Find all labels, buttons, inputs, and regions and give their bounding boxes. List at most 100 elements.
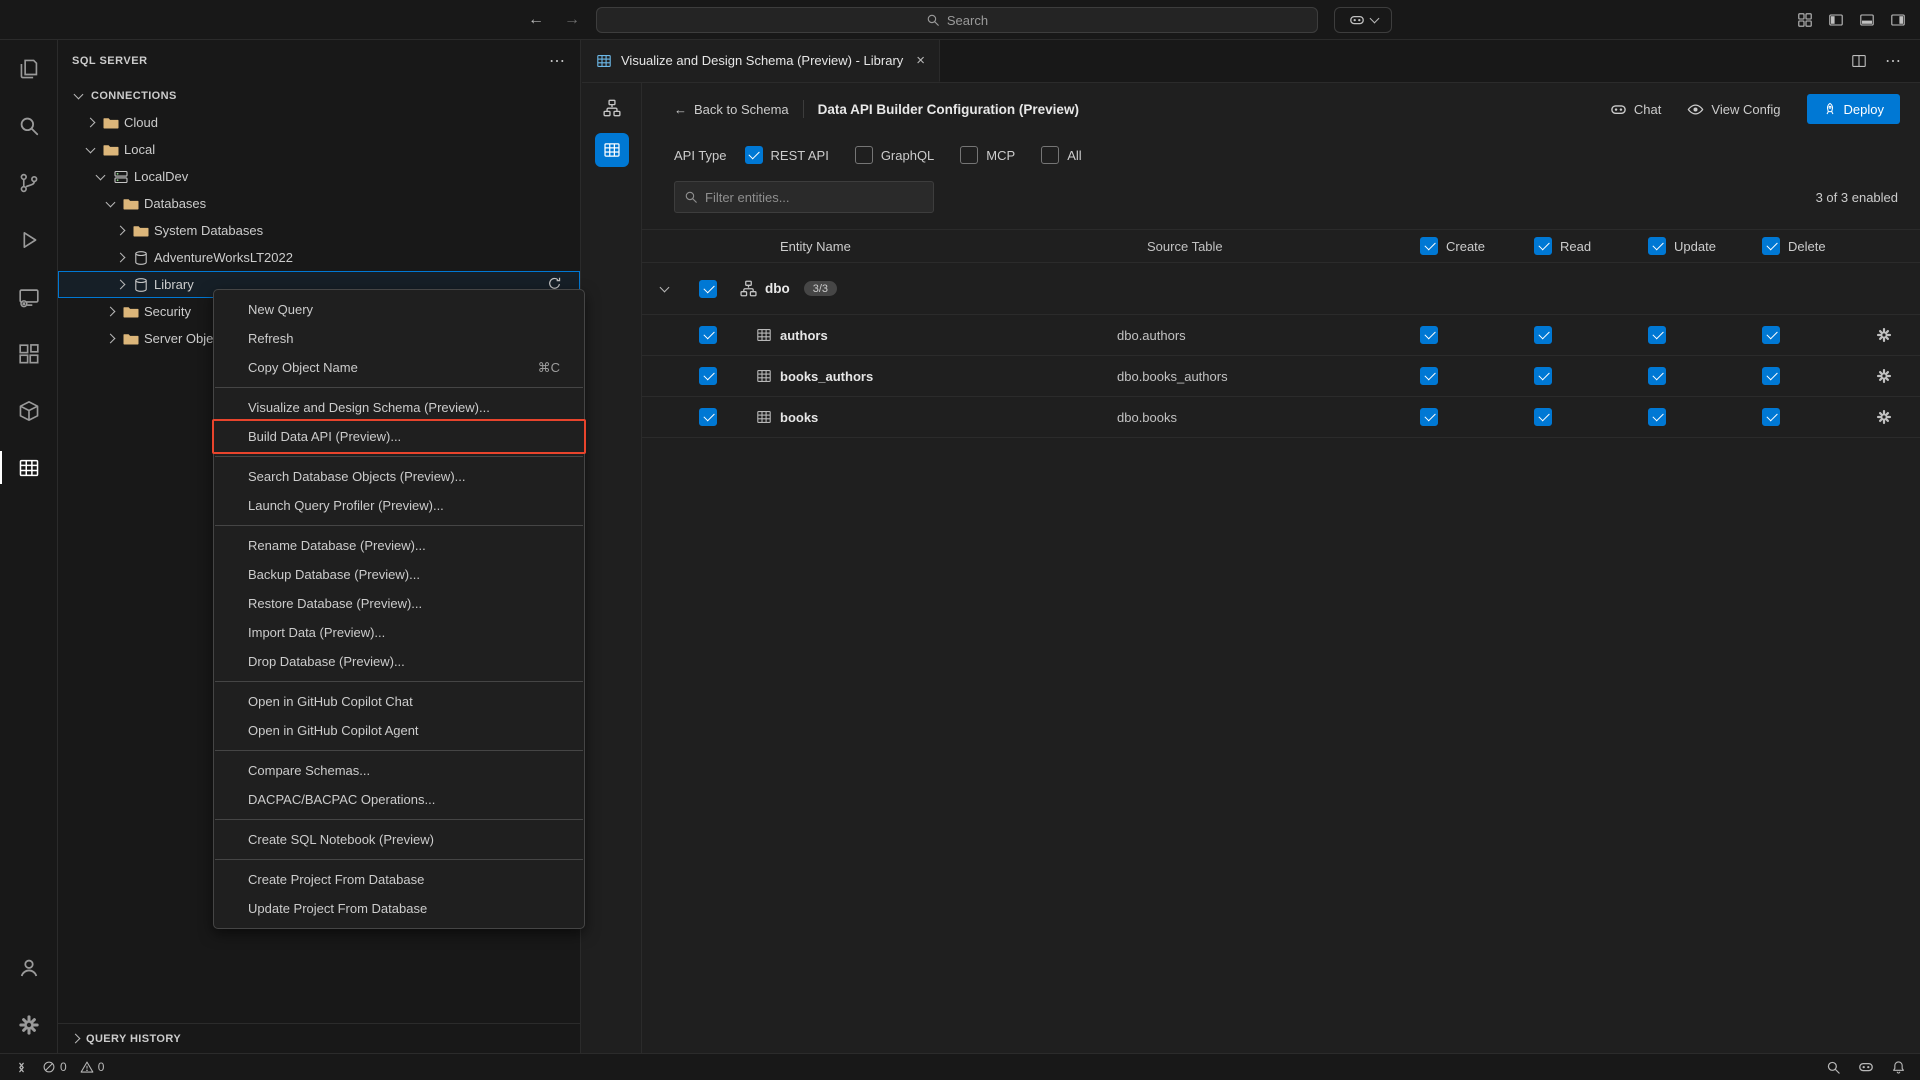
entity-checkbox[interactable] (699, 408, 717, 426)
create-checkbox[interactable] (1420, 367, 1438, 385)
tree-item-databases[interactable]: Databases (58, 190, 580, 217)
delete-all-checkbox[interactable] (1762, 237, 1780, 255)
activity-remote-explorer[interactable] (0, 268, 57, 325)
activity-database-projects[interactable] (0, 382, 57, 439)
chevron-down-icon (85, 143, 95, 153)
update-checkbox[interactable] (1648, 367, 1666, 385)
menu-item-build-data-api[interactable]: Build Data API (Preview)... (214, 422, 584, 451)
error-count: 0 (60, 1060, 67, 1074)
activity-settings[interactable] (0, 996, 57, 1053)
activity-source-control[interactable] (0, 154, 57, 211)
problems-warnings[interactable]: 0 (80, 1060, 105, 1074)
create-checkbox[interactable] (1420, 408, 1438, 426)
mcp-checkbox[interactable] (960, 146, 978, 164)
back-arrow-icon[interactable]: ← (528, 11, 544, 29)
activity-search[interactable] (0, 97, 57, 154)
tree-item-system-databases[interactable]: System Databases (58, 217, 580, 244)
menu-item-copilot-chat[interactable]: Open in GitHub Copilot Chat (214, 687, 584, 716)
graphql-checkbox[interactable] (855, 146, 873, 164)
read-checkbox[interactable] (1534, 367, 1552, 385)
read-checkbox[interactable] (1534, 408, 1552, 426)
rest-api-checkbox[interactable] (745, 146, 763, 164)
toggle-secondary-sidebar-icon[interactable] (1890, 12, 1906, 28)
menu-item-visualize-design-schema[interactable]: Visualize and Design Schema (Preview)... (214, 393, 584, 422)
tree-item-local[interactable]: Local (58, 136, 580, 163)
update-checkbox[interactable] (1648, 326, 1666, 344)
data-api-view-button[interactable] (595, 133, 629, 167)
menu-item-compare-schemas[interactable]: Compare Schemas... (214, 756, 584, 785)
schema-view-button[interactable] (595, 91, 629, 125)
menu-item-rename-database[interactable]: Rename Database (Preview)... (214, 531, 584, 560)
rocket-icon (1823, 102, 1837, 116)
copilot-icon[interactable] (1858, 1059, 1874, 1075)
entity-checkbox[interactable] (699, 367, 717, 385)
menu-item-backup-database[interactable]: Backup Database (Preview)... (214, 560, 584, 589)
tree-item-localdev[interactable]: LocalDev (58, 163, 580, 190)
menu-item-import-data[interactable]: Import Data (Preview)... (214, 618, 584, 647)
update-all-checkbox[interactable] (1648, 237, 1666, 255)
create-all-checkbox[interactable] (1420, 237, 1438, 255)
toggle-panel-icon[interactable] (1859, 12, 1875, 28)
activity-explorer[interactable] (0, 40, 57, 97)
menu-item-dacpac-bacpac[interactable]: DACPAC/BACPAC Operations... (214, 785, 584, 814)
more-actions-icon[interactable]: ⋯ (549, 51, 566, 71)
menu-separator (215, 819, 583, 820)
remote-indicator-icon[interactable] (14, 1060, 29, 1075)
row-settings-gear-icon[interactable] (1876, 368, 1892, 384)
deploy-button[interactable]: Deploy (1807, 94, 1900, 124)
back-to-schema-link[interactable]: ← Back to Schema (674, 102, 789, 117)
menu-item-drop-database[interactable]: Drop Database (Preview)... (214, 647, 584, 676)
notifications-bell-icon[interactable] (1891, 1060, 1906, 1075)
read-checkbox[interactable] (1534, 326, 1552, 344)
menu-item-copy-object-name[interactable]: Copy Object Name ⌘C (214, 353, 584, 382)
problems-errors[interactable]: 0 (42, 1060, 67, 1074)
menu-item-launch-query-profiler[interactable]: Launch Query Profiler (Preview)... (214, 491, 584, 520)
menu-item-label: Open in GitHub Copilot Chat (248, 694, 413, 709)
tree-item-connections[interactable]: CONNECTIONS (58, 82, 580, 109)
menu-item-new-query[interactable]: New Query (214, 295, 584, 324)
menu-item-update-project[interactable]: Update Project From Database (214, 894, 584, 923)
update-checkbox[interactable] (1648, 408, 1666, 426)
command-center-search[interactable]: Search (596, 7, 1318, 33)
copilot-menu-button[interactable] (1334, 7, 1392, 33)
toggle-primary-sidebar-icon[interactable] (1828, 12, 1844, 28)
more-actions-icon[interactable]: ⋯ (1885, 51, 1902, 71)
api-type-graphql: GraphQL (855, 146, 934, 164)
forward-arrow-icon[interactable]: → (564, 11, 580, 29)
group-checkbox[interactable] (699, 280, 717, 298)
query-history-section[interactable]: QUERY HISTORY (58, 1023, 580, 1053)
tab-visualize-design-schema[interactable]: Visualize and Design Schema (Preview) - … (582, 40, 940, 82)
activity-extensions[interactable] (0, 325, 57, 382)
customize-layout-icon[interactable] (1797, 12, 1813, 28)
row-settings-gear-icon[interactable] (1876, 409, 1892, 425)
delete-checkbox[interactable] (1762, 367, 1780, 385)
remote-explorer-icon (18, 286, 40, 308)
menu-item-search-database-objects[interactable]: Search Database Objects (Preview)... (214, 462, 584, 491)
menu-item-create-project[interactable]: Create Project From Database (214, 865, 584, 894)
menu-item-create-sql-notebook[interactable]: Create SQL Notebook (Preview) (214, 825, 584, 854)
close-icon[interactable]: × (916, 52, 925, 69)
menu-item-refresh[interactable]: Refresh (214, 324, 584, 353)
zoom-icon[interactable] (1826, 1060, 1841, 1075)
activity-run-debug[interactable] (0, 211, 57, 268)
chat-button[interactable]: Chat (1610, 101, 1661, 118)
activity-sql-server[interactable] (0, 439, 57, 496)
chevron-down-icon[interactable] (659, 282, 669, 292)
read-all-checkbox[interactable] (1534, 237, 1552, 255)
all-checkbox[interactable] (1041, 146, 1059, 164)
chevron-right-icon (105, 307, 115, 317)
tree-item-cloud[interactable]: Cloud (58, 109, 580, 136)
menu-item-restore-database[interactable]: Restore Database (Preview)... (214, 589, 584, 618)
create-checkbox[interactable] (1420, 326, 1438, 344)
delete-checkbox[interactable] (1762, 408, 1780, 426)
entity-checkbox[interactable] (699, 326, 717, 344)
tree-item-adventureworks[interactable]: AdventureWorksLT2022 (58, 244, 580, 271)
menu-item-copilot-agent[interactable]: Open in GitHub Copilot Agent (214, 716, 584, 745)
filter-entities-input[interactable] (705, 190, 924, 205)
activity-account[interactable] (0, 939, 57, 996)
menu-item-label: Rename Database (Preview)... (248, 538, 426, 553)
split-editor-icon[interactable] (1851, 53, 1867, 69)
row-settings-gear-icon[interactable] (1876, 327, 1892, 343)
view-config-button[interactable]: View Config (1687, 101, 1780, 118)
delete-checkbox[interactable] (1762, 326, 1780, 344)
